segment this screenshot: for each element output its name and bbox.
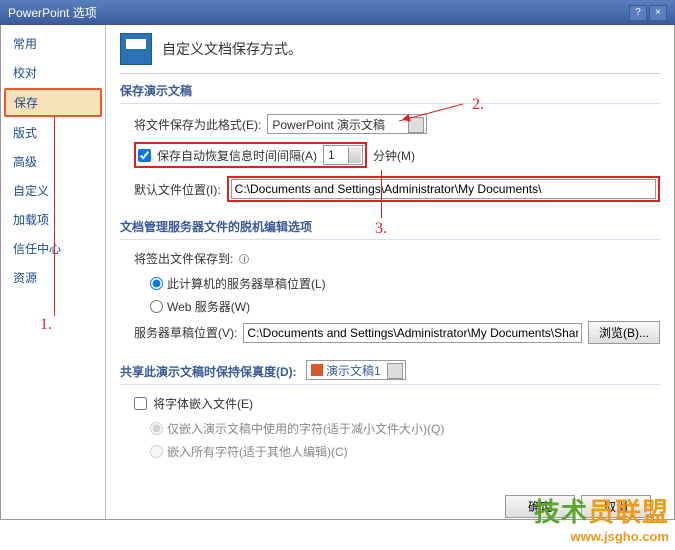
section-offline-title: 文档管理服务器文件的脱机编辑选项 <box>120 210 660 240</box>
save-icon <box>120 33 152 65</box>
info-icon: i <box>239 254 249 264</box>
server-location-label: 服务器草稿位置(V): <box>134 324 237 341</box>
watermark-url: www.jsgho.com <box>534 529 669 544</box>
embed-all-label: 嵌入所有字符(适于其他人编辑)(C) <box>167 443 348 460</box>
radio-web-label: Web 服务器(W) <box>167 298 250 315</box>
format-label: 将文件保存为此格式(E): <box>134 116 261 133</box>
radio-web-server[interactable] <box>150 300 163 313</box>
annotation-3: 3. <box>375 220 387 238</box>
watermark: 技术员联盟 www.jsgho.com <box>534 492 669 544</box>
annotation-1: 1. <box>40 316 52 334</box>
section-fidelity-title: 共享此演示文稿时保持保真度(D): 演示文稿1 <box>120 352 660 385</box>
default-location-label: 默认文件位置(I): <box>134 181 221 198</box>
radio-local-drafts[interactable] <box>150 277 163 290</box>
page-subtitle: 自定义文档保存方式。 <box>162 39 302 59</box>
autosave-checkbox[interactable] <box>138 149 151 162</box>
minutes-label: 分钟(M) <box>373 147 415 164</box>
sidebar-item-general[interactable]: 常用 <box>1 29 105 58</box>
window-controls: ? × <box>629 5 667 21</box>
annotation-2: 2. <box>472 96 484 114</box>
annotation-1-line <box>54 116 55 316</box>
embed-used-label: 仅嵌入演示文稿中使用的字符(适于减小文件大小)(Q) <box>167 420 444 437</box>
annotation-3-line <box>381 170 382 218</box>
sidebar-item-resources[interactable]: 资源 <box>1 263 105 292</box>
sidebar-item-advanced[interactable]: 高级 <box>1 147 105 176</box>
radio-embed-used <box>150 422 163 435</box>
sidebar-item-save[interactable]: 保存 <box>4 88 102 117</box>
sidebar-item-proofing[interactable]: 校对 <box>1 58 105 87</box>
close-icon[interactable]: × <box>649 5 667 21</box>
section-save-title: 保存演示文稿 <box>120 74 660 104</box>
content-pane: 自定义文档保存方式。 保存演示文稿 将文件保存为此格式(E): PowerPoi… <box>106 25 674 519</box>
embed-fonts-checkbox[interactable] <box>134 397 147 410</box>
radio-embed-all <box>150 445 163 458</box>
titlebar: PowerPoint 选项 ? × <box>0 0 675 25</box>
window-title: PowerPoint 选项 <box>8 4 97 21</box>
server-location-input[interactable] <box>243 323 582 343</box>
presentation-icon <box>311 364 323 376</box>
autosave-label: 保存自动恢复信息时间间隔(A) <box>157 147 317 164</box>
fidelity-doc-dropdown[interactable]: 演示文稿1 <box>306 360 406 380</box>
help-icon[interactable]: ? <box>629 5 647 21</box>
browse-button[interactable]: 浏览(B)... <box>588 321 660 344</box>
autosave-interval-spinner[interactable]: 1 <box>323 145 363 165</box>
sidebar-item-addins[interactable]: 加载项 <box>1 205 105 234</box>
sidebar-item-customize[interactable]: 自定义 <box>1 176 105 205</box>
checkout-label: 将签出文件保存到: <box>134 250 233 267</box>
default-location-input[interactable] <box>231 179 656 199</box>
sidebar-item-layout[interactable]: 版式 <box>1 118 105 147</box>
sidebar-item-trust[interactable]: 信任中心 <box>1 234 105 263</box>
watermark-text: 技术员联盟 <box>534 492 669 529</box>
radio-local-label: 此计算机的服务器草稿位置(L) <box>167 275 326 292</box>
embed-fonts-label: 将字体嵌入文件(E) <box>153 395 253 412</box>
